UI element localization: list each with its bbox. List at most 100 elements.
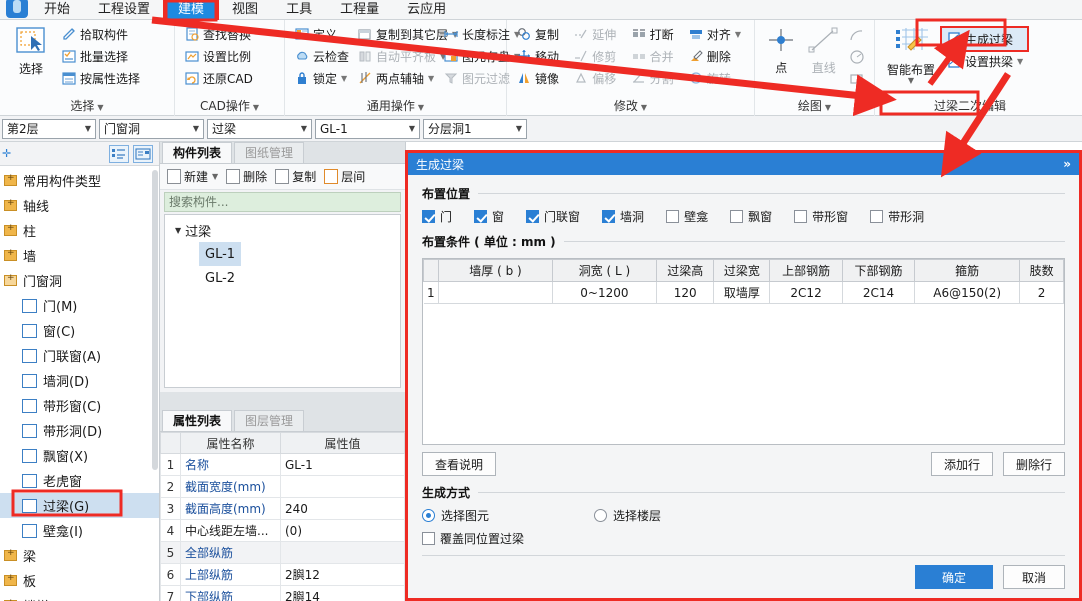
property-row[interactable]: 5 全部纵筋	[160, 541, 405, 564]
sidebar-item-16[interactable]: 板	[0, 568, 159, 593]
sidebar-item-17[interactable]: 楼梯	[0, 593, 159, 601]
property-value[interactable]	[280, 475, 405, 498]
overwrite-option-row[interactable]: 覆盖同位置过梁	[422, 530, 1065, 547]
checkbox[interactable]	[422, 210, 435, 223]
tab-cloud-apps[interactable]: 云应用	[393, 0, 460, 20]
rect-icon-button[interactable]	[845, 68, 869, 90]
align-button[interactable]: 对齐 ▼	[684, 23, 749, 45]
property-row[interactable]: 6 上部纵筋 2䑂12	[160, 563, 405, 586]
sidebar-item-13[interactable]: 过梁(G)	[0, 493, 159, 518]
property-value[interactable]: (0)	[280, 519, 405, 542]
define-button[interactable]: 定义	[290, 23, 353, 45]
position-option-2[interactable]: 门联窗	[526, 208, 580, 225]
conditions-grid[interactable]: 墙厚 ( b ) 洞宽 ( L ) 过梁高 过梁宽 上部钢筋 下部钢筋 箍筋 肢数 1 0~12…	[422, 258, 1065, 445]
point-tool[interactable]: 点	[760, 22, 803, 76]
tab-view[interactable]: 视图	[218, 0, 272, 20]
mirror-button[interactable]: 镜像	[512, 67, 569, 89]
grid-cell-0[interactable]	[438, 281, 553, 304]
search-component-input[interactable]: 搜索构件...	[164, 192, 401, 212]
property-value[interactable]: 2䑂12	[280, 563, 405, 586]
checkbox[interactable]	[474, 210, 488, 223]
ribbon-group-select-caption[interactable]: 选择 ▼	[0, 97, 174, 116]
select-by-property-button[interactable]: 按属性选择	[57, 67, 144, 89]
property-value[interactable]: 2䑂14	[280, 585, 405, 601]
sidebar-item-15[interactable]: 梁	[0, 543, 159, 568]
component-group-node[interactable]: ▼ 过梁	[165, 218, 400, 242]
checkbox-overwrite-lintel[interactable]	[422, 532, 435, 545]
sidebar-item-12[interactable]: 老虎窗	[0, 468, 159, 493]
sidebar-item-1[interactable]: 轴线	[0, 193, 159, 218]
list-view-button[interactable]	[109, 144, 129, 163]
set-scale-button[interactable]: 设置比例	[180, 45, 257, 67]
sidebar-item-5[interactable]: 门(M)	[0, 293, 159, 318]
grid-cell-6[interactable]: A6@150(2)	[914, 281, 1021, 304]
radio-select-element[interactable]	[422, 509, 435, 522]
tab-property-list[interactable]: 属性列表	[162, 410, 233, 431]
checkbox[interactable]	[602, 210, 616, 223]
new-component-button[interactable]: 新建 ▼	[164, 168, 221, 185]
grid-cell-2[interactable]: 120	[656, 281, 715, 304]
radio-select-floor[interactable]	[594, 509, 607, 522]
cloud-check-button[interactable]: 云检查	[290, 45, 353, 67]
checkbox[interactable]	[730, 210, 744, 223]
find-replace-button[interactable]: 查找替换	[180, 23, 257, 45]
circle-icon-button[interactable]	[845, 46, 869, 68]
layer-combobox[interactable]: 分层洞1 ▼	[423, 118, 527, 139]
tab-drawing-manager[interactable]: 图纸管理	[234, 142, 305, 163]
sidebar-item-7[interactable]: 门联窗(A)	[0, 343, 159, 368]
position-option-6[interactable]: 带形窗	[794, 208, 848, 225]
property-row[interactable]: 1 名称 GL-1	[160, 453, 405, 476]
ribbon-group-common-caption[interactable]: 通用操作 ▼	[285, 97, 506, 116]
category-combobox[interactable]: 门窗洞 ▼	[99, 118, 204, 139]
property-value[interactable]: 240	[280, 497, 405, 520]
position-option-7[interactable]: 带形洞	[870, 208, 924, 225]
sidebar-item-11[interactable]: 飘窗(X)	[0, 443, 159, 468]
sidebar-item-10[interactable]: 带形洞(D)	[0, 418, 159, 443]
mode-option-element[interactable]: 选择图元	[422, 507, 594, 524]
component-combobox[interactable]: GL-1 ▼	[315, 118, 420, 139]
smart-layout-button[interactable]: 智能布置 ▼	[880, 24, 942, 85]
copy-to-other-floor-button[interactable]: 复制到其它层▼	[353, 23, 458, 45]
checkbox[interactable]	[666, 210, 680, 223]
property-value[interactable]: GL-1	[280, 453, 405, 476]
sidebar-item-9[interactable]: 带形窗(C)	[0, 393, 159, 418]
break-button[interactable]: 打断	[627, 23, 684, 45]
sidebar-item-2[interactable]: 柱	[0, 218, 159, 243]
component-type-combobox[interactable]: 过梁 ▼	[207, 118, 312, 139]
position-option-5[interactable]: 飘窗	[730, 208, 772, 225]
property-row[interactable]: 3 截面高度(mm) 240	[160, 497, 405, 520]
position-option-1[interactable]: 窗	[474, 208, 504, 225]
delete-button[interactable]: 删除	[684, 45, 749, 67]
copy-button[interactable]: 复制	[512, 23, 569, 45]
component-item-gl2[interactable]: GL-2	[199, 266, 241, 290]
position-option-3[interactable]: 墙洞	[602, 208, 644, 225]
pick-component-button[interactable]: 拾取构件	[57, 23, 144, 45]
generate-lintel-button[interactable]: 生成过梁	[939, 26, 1030, 52]
sidebar-item-0[interactable]: 常用构件类型	[0, 168, 159, 193]
ribbon-group-modify-caption[interactable]: 修改 ▼	[507, 97, 754, 116]
view-help-button[interactable]: 查看说明	[422, 452, 497, 476]
floor-combobox[interactable]: 第2层 ▼	[2, 118, 96, 139]
property-row[interactable]: 2 截面宽度(mm)	[160, 475, 405, 498]
collapse-chevron-icon[interactable]: »	[1063, 157, 1071, 171]
ok-button[interactable]: 确定	[915, 565, 993, 589]
tab-start[interactable]: 开始	[30, 0, 84, 20]
sidebar-item-8[interactable]: 墙洞(D)	[0, 368, 159, 393]
two-point-aux-axis-button[interactable]: 两点辅轴 ▼	[353, 67, 439, 89]
property-value[interactable]	[280, 541, 405, 564]
set-arch-beam-button[interactable]: 设置拱梁 ▼	[942, 50, 1027, 72]
restore-cad-button[interactable]: 还原CAD	[180, 67, 257, 89]
tab-layer-manager[interactable]: 图层管理	[234, 410, 305, 431]
grid-cell-5[interactable]: 2C14	[841, 281, 916, 304]
batch-select-button[interactable]: 批量选择	[57, 45, 144, 67]
grid-row[interactable]: 1 0~1200 120 取墙厚 2C12 2C14 A6@150(2) 2	[423, 281, 1064, 304]
line-tool[interactable]: 直线	[803, 22, 846, 76]
sidebar-item-14[interactable]: 壁龛(I)	[0, 518, 159, 543]
cancel-button[interactable]: 取消	[1003, 565, 1065, 589]
copy-component-button[interactable]: 复制	[272, 168, 319, 185]
detail-view-button[interactable]	[133, 144, 153, 163]
add-row-button[interactable]: 添加行	[930, 452, 993, 476]
component-item-gl1[interactable]: GL-1	[199, 242, 242, 266]
add-icon[interactable]: ✛	[2, 147, 11, 160]
tab-modeling[interactable]: 建模	[163, 0, 220, 21]
